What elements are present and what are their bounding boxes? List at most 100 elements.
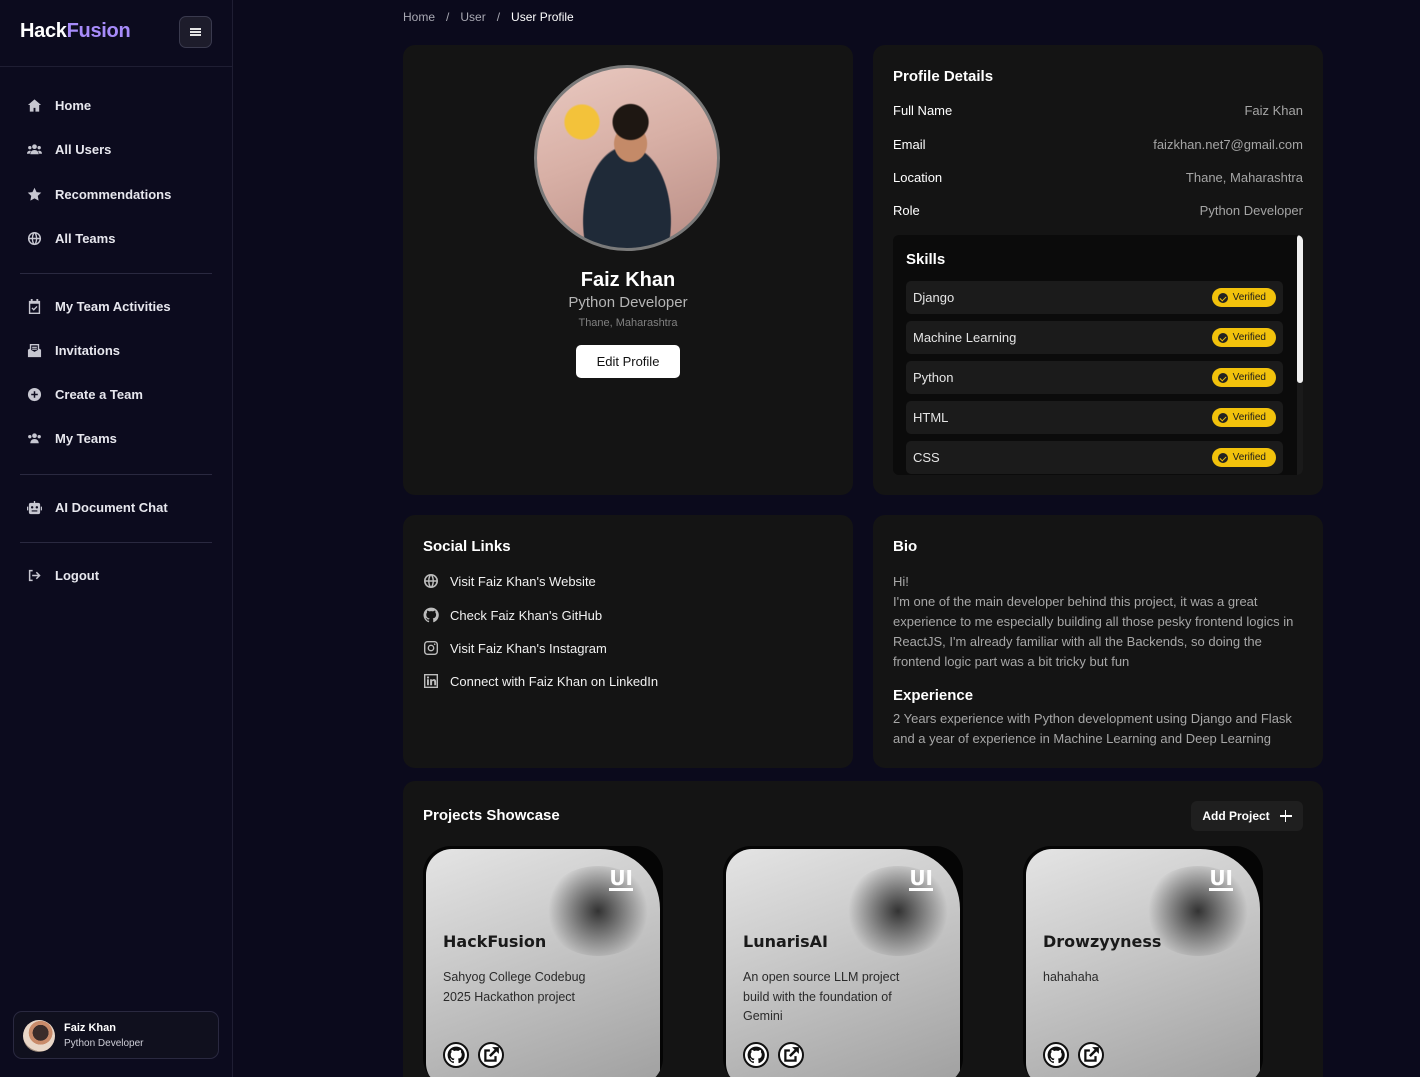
globe-icon: [424, 574, 438, 588]
breadcrumb-home[interactable]: Home: [403, 10, 435, 24]
scrollbar-thumb[interactable]: [1297, 235, 1303, 383]
projects-title: Projects Showcase: [423, 807, 560, 824]
breadcrumb-user[interactable]: User: [460, 10, 485, 24]
detail-row-role: Role Python Developer: [893, 203, 1303, 218]
verified-badge: Verified: [1211, 408, 1276, 427]
breadcrumb-separator: /: [446, 10, 450, 24]
project-description: An open source LLM project build with th…: [743, 970, 900, 1023]
sidebar-item-my-teams[interactable]: My Teams: [26, 430, 117, 446]
profile-location: Thane, Maharashtra: [578, 317, 678, 329]
skill-item: HTML Verified: [906, 401, 1283, 434]
project-description: Sahyog College Codebug 2025 Hackathon pr…: [443, 970, 586, 1004]
verified-badge: Verified: [1211, 448, 1276, 467]
website-link[interactable]: Visit Faiz Khan's Website: [423, 573, 596, 589]
sidebar-item-logout[interactable]: Logout: [26, 567, 99, 583]
external-link-icon[interactable]: [478, 1042, 504, 1068]
project-title: Drowzyyness: [1043, 932, 1162, 951]
team-icon: [26, 430, 42, 446]
logout-icon: [26, 567, 42, 583]
instagram-link[interactable]: Visit Faiz Khan's Instagram: [423, 640, 607, 656]
divider: [20, 474, 212, 475]
bio-title: Bio: [893, 538, 918, 555]
skills-title: Skills: [906, 251, 946, 268]
current-user-card[interactable]: Faiz Khan Python Developer: [13, 1011, 219, 1059]
sidebar-item-invitations[interactable]: Invitations: [26, 342, 120, 358]
home-icon: [26, 97, 42, 113]
project-title: LunarisAI: [743, 932, 829, 951]
check-circle-icon: [1217, 372, 1228, 383]
check-circle-icon: [1217, 332, 1228, 343]
skill-item: Python Verified: [906, 361, 1283, 394]
github-icon[interactable]: [1043, 1042, 1069, 1068]
profile-role: Python Developer: [568, 294, 688, 311]
breadcrumb-separator: /: [496, 10, 501, 24]
check-circle-icon: [1217, 452, 1228, 463]
skill-item: Machine Learning Verified: [906, 321, 1283, 354]
robot-icon: [26, 499, 42, 515]
verified-badge: Verified: [1211, 328, 1276, 347]
external-link-icon[interactable]: [778, 1042, 804, 1068]
skill-item: CSS Verified: [906, 441, 1283, 474]
external-link-icon[interactable]: [1078, 1042, 1104, 1068]
verified-badge: Verified: [1211, 288, 1276, 307]
github-icon[interactable]: [443, 1042, 469, 1068]
ui-badge-icon: UI: [1209, 866, 1233, 891]
bio-text: Hi! I'm one of the main developer behind…: [893, 574, 1294, 669]
skills-scrollbar[interactable]: [1297, 235, 1303, 475]
calendar-check-icon: [26, 298, 42, 314]
ui-badge-icon: UI: [909, 866, 933, 891]
sidebar-item-home[interactable]: Home: [26, 97, 91, 113]
project-card[interactable]: UI HackFusion Sahyog College Codebug 202…: [423, 846, 663, 1077]
profile-details-title: Profile Details: [893, 68, 994, 85]
profile-details-card: Profile Details Full Name Faiz Khan Email…: [873, 45, 1323, 495]
sidebar-item-ai-document-chat[interactable]: AI Document Chat: [26, 499, 168, 515]
star-icon: [26, 186, 42, 202]
sidebar-item-recommendations[interactable]: Recommendations: [26, 186, 171, 202]
breadcrumb: Home / User / User Profile: [403, 10, 574, 24]
plus-icon: [1279, 810, 1292, 822]
detail-row-full-name: Full Name Faiz Khan: [893, 103, 1303, 118]
project-card[interactable]: UI Drowzyyness hahahaha: [1023, 846, 1263, 1077]
divider: [20, 542, 212, 543]
sidebar-item-create-team[interactable]: Create a Team: [26, 386, 143, 402]
user-role: Python Developer: [64, 1038, 144, 1049]
experience-title: Experience: [893, 687, 974, 704]
profile-avatar: [534, 65, 720, 251]
skill-item: Django Verified: [906, 281, 1283, 314]
globe-icon: [26, 230, 42, 246]
sidebar-item-all-users[interactable]: All Users: [26, 141, 111, 157]
social-links-card: Social Links Visit Faiz Khan's Website C…: [403, 515, 853, 768]
social-links-title: Social Links: [423, 538, 511, 555]
avatar: [23, 1020, 55, 1052]
check-circle-icon: [1217, 292, 1228, 303]
edit-profile-button[interactable]: Edit Profile: [576, 345, 680, 378]
verified-badge: Verified: [1211, 368, 1276, 387]
project-card[interactable]: UI LunarisAI An open source LLM project …: [723, 846, 963, 1077]
user-name: Faiz Khan: [64, 1022, 116, 1034]
sidebar-item-my-team-activities[interactable]: My Team Activities: [26, 298, 171, 314]
project-description: hahahaha: [1043, 970, 1099, 984]
ui-badge-icon: UI: [609, 866, 633, 891]
divider: [20, 273, 212, 274]
instagram-icon: [424, 641, 438, 655]
hamburger-icon: [190, 28, 201, 36]
users-icon: [26, 141, 42, 157]
projects-card: Projects Showcase Add Project UI HackFus…: [403, 781, 1323, 1077]
linkedin-link[interactable]: Connect with Faiz Khan on LinkedIn: [423, 673, 658, 689]
project-title: HackFusion: [443, 932, 547, 951]
profile-card: Faiz Khan Python Developer Thane, Mahara…: [403, 45, 853, 495]
menu-toggle-button[interactable]: [179, 16, 212, 48]
sidebar: HackFusion Home All Users Recommendation…: [0, 0, 233, 1077]
detail-row-location: Location Thane, Maharashtra: [893, 170, 1303, 185]
app-logo[interactable]: HackFusion: [20, 20, 131, 43]
github-icon: [423, 607, 439, 623]
sidebar-item-all-teams[interactable]: All Teams: [26, 230, 115, 246]
skills-panel[interactable]: Skills Django Verified Machine Learning …: [893, 235, 1303, 475]
plus-circle-icon: [26, 386, 42, 402]
github-link[interactable]: Check Faiz Khan's GitHub: [423, 607, 602, 623]
envelope-icon: [26, 342, 42, 358]
github-icon[interactable]: [743, 1042, 769, 1068]
add-project-button[interactable]: Add Project: [1191, 801, 1303, 831]
check-circle-icon: [1217, 412, 1228, 423]
bio-card: Bio Hi! I'm one of the main developer be…: [873, 515, 1323, 768]
